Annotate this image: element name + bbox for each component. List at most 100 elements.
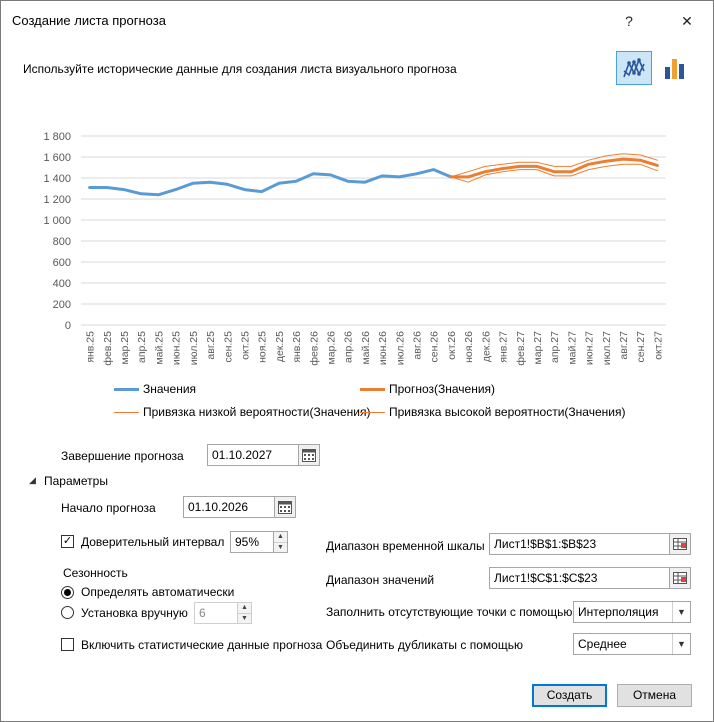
chevron-down-icon[interactable]: ▼: [672, 602, 690, 622]
range-select-icon: [673, 538, 687, 550]
confidence-spinner[interactable]: ▲ ▼: [273, 531, 288, 553]
dialog-description: Используйте исторические данные для созд…: [23, 62, 457, 76]
fill-missing-label: Заполнить отсутствующие точки с помощью: [326, 605, 573, 619]
forecast-start-label: Начало прогноза: [61, 501, 156, 515]
series-forecast-line: [449, 157, 659, 179]
x-tick-label: янв.27: [498, 331, 510, 363]
legend-item-low: Привязка низкой вероятности(Значения): [114, 405, 370, 419]
legend-swatch: [360, 387, 385, 391]
season-manual-radio[interactable]: [61, 606, 74, 619]
timeline-range-input[interactable]: Лист1!$B$1:$B$23: [489, 533, 670, 555]
x-tick-label: авг.26: [412, 331, 424, 360]
x-tick-label: авг.25: [205, 331, 217, 360]
x-tick-label: май.27: [566, 331, 578, 365]
calendar-icon: [302, 449, 316, 462]
chevron-down-icon[interactable]: ▼: [672, 634, 690, 654]
x-tick-label: авг.27: [618, 331, 630, 360]
season-spinner[interactable]: ▲ ▼: [237, 602, 252, 624]
confidence-input[interactable]: 95%: [230, 531, 274, 553]
y-tick-label: 1 800: [43, 131, 71, 143]
stats-label: Включить статистические данные прогноза: [81, 638, 323, 652]
collapse-triangle-icon[interactable]: ◢: [29, 475, 36, 486]
seasonality-label: Сезонность: [63, 566, 128, 580]
x-tick-label: мар.25: [119, 331, 131, 365]
timeline-range-label: Диапазон временной шкалы: [326, 539, 485, 553]
x-tick-label: апр.25: [136, 331, 148, 363]
y-tick-label: 0: [65, 320, 71, 332]
spin-up-icon[interactable]: ▲: [274, 532, 287, 542]
x-tick-label: янв.25: [85, 331, 97, 363]
forecast-end-input[interactable]: 01.10.2027: [207, 444, 299, 466]
x-tick-label: дек.26: [480, 331, 492, 362]
aggregate-duplicates-value: Среднее: [578, 637, 627, 651]
radio-dot-icon: [64, 589, 71, 596]
confidence-label: Доверительный интервал: [81, 535, 225, 549]
legend-item-values: Значения: [114, 382, 196, 396]
legend-swatch: [114, 387, 139, 391]
aggregate-duplicates-select[interactable]: Среднее ▼: [573, 633, 691, 655]
legend-swatch: [114, 411, 139, 413]
x-tick-label: окт.27: [652, 331, 664, 360]
x-tick-label: фев.26: [308, 331, 320, 366]
values-range-button[interactable]: [669, 567, 691, 589]
checkmark-icon: ✓: [62, 535, 73, 547]
x-tick-label: июн.25: [171, 331, 183, 365]
values-range-input[interactable]: Лист1!$C$1:$C$23: [489, 567, 670, 589]
season-value-input[interactable]: 6: [194, 602, 238, 624]
x-tick-label: фев.27: [515, 331, 527, 366]
legend-item-high: Привязка высокой вероятности(Значения): [360, 405, 625, 419]
cancel-button[interactable]: Отмена: [617, 684, 692, 707]
x-tick-label: июн.26: [377, 331, 389, 365]
y-tick-label: 800: [53, 236, 71, 248]
help-button[interactable]: ?: [619, 11, 639, 31]
season-auto-radio[interactable]: [61, 586, 74, 599]
x-tick-label: июл.26: [394, 331, 406, 365]
legend-label: Значения: [143, 382, 197, 396]
line-chart-toggle[interactable]: [616, 51, 652, 85]
range-select-icon: [673, 572, 687, 584]
dialog-title: Создание листа прогноза: [12, 13, 166, 28]
legend-label: Прогноз(Значения): [389, 382, 496, 396]
line-chart-icon: [623, 57, 645, 78]
forecast-end-calendar-button[interactable]: [298, 444, 320, 466]
y-tick-label: 200: [53, 299, 71, 311]
season-auto-label: Определять автоматически: [81, 585, 235, 599]
forecast-chart: 0 200 400 600 800 1 000 1 200 1 400 1 600 1 800 ян…: [43, 131, 666, 366]
fill-missing-select[interactable]: Интерполяция ▼: [573, 601, 691, 623]
y-tick-label: 600: [53, 257, 71, 269]
x-tick-label: окт.26: [446, 331, 458, 360]
x-tick-label: мар.27: [532, 331, 544, 365]
x-tick-label: июл.25: [188, 331, 200, 365]
x-tick-label: ноя.25: [257, 331, 269, 363]
y-tick-label: 1 000: [43, 215, 71, 227]
confidence-checkbox[interactable]: ✓: [61, 535, 74, 548]
x-tick-label: сен.25: [222, 331, 234, 363]
spin-down-icon[interactable]: ▼: [274, 541, 287, 553]
stats-checkbox[interactable]: [61, 638, 74, 651]
calendar-icon: [278, 501, 292, 514]
legend-label: Привязка высокой вероятности(Значения): [389, 405, 626, 419]
x-tick-label: июл.27: [601, 331, 613, 365]
x-tick-label: дек.25: [274, 331, 286, 362]
timeline-range-button[interactable]: [669, 533, 691, 555]
spin-up-icon[interactable]: ▲: [238, 603, 251, 613]
legend-item-forecast: Прогноз(Значения): [360, 382, 495, 396]
spin-down-icon[interactable]: ▼: [238, 612, 251, 624]
parameters-label[interactable]: Параметры: [44, 474, 108, 488]
x-tick-label: сен.27: [635, 331, 647, 363]
legend-swatch: [360, 411, 385, 413]
x-tick-label: фев.25: [102, 331, 114, 366]
x-tick-label: апр.26: [343, 331, 355, 363]
x-tick-label: сен.26: [429, 331, 441, 363]
x-tick-label: июн.27: [584, 331, 596, 365]
forecast-start-input[interactable]: 01.10.2026: [183, 496, 275, 518]
create-button[interactable]: Создать: [532, 684, 607, 707]
column-chart-toggle[interactable]: [656, 51, 692, 85]
x-tick-label: май.25: [153, 331, 165, 365]
y-tick-label: 1 400: [43, 173, 71, 185]
close-button[interactable]: ✕: [677, 11, 697, 31]
forecast-dialog: Создание листа прогноза ? ✕ Используйте …: [0, 0, 714, 722]
forecast-start-calendar-button[interactable]: [274, 496, 296, 518]
fill-missing-value: Интерполяция: [578, 605, 659, 619]
x-tick-label: мар.26: [325, 331, 337, 365]
